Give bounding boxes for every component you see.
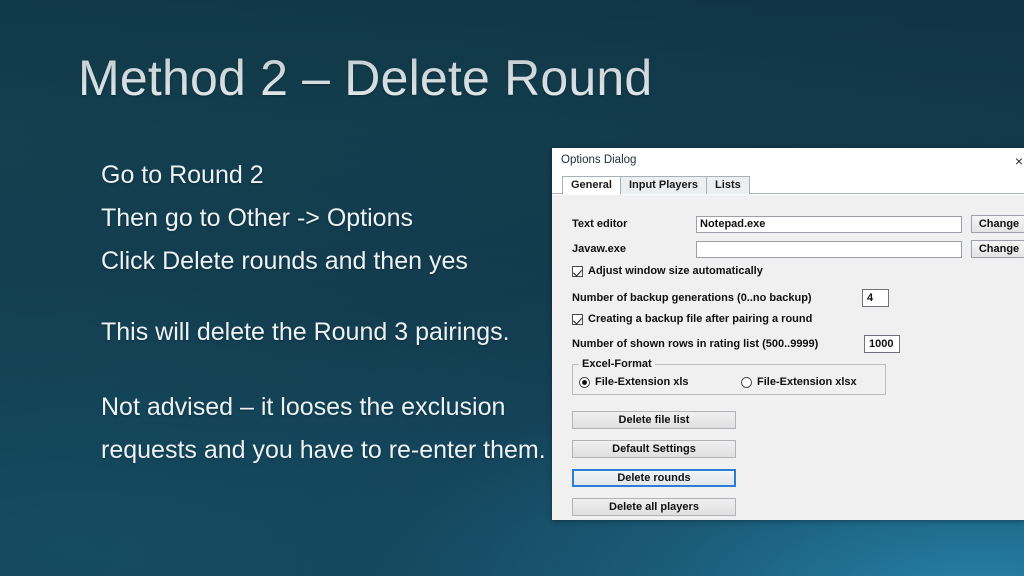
javaw-label: Javaw.exe: [572, 243, 627, 255]
adjust-window-checkbox-row[interactable]: Adjust window size automatically: [572, 265, 763, 277]
slide-body-text: Go to Round 2 Then go to Other -> Option…: [101, 154, 571, 472]
page-title: Method 2 – Delete Round: [78, 50, 653, 106]
creating-backup-checkbox-row[interactable]: Creating a backup file after pairing a r…: [572, 313, 812, 325]
excel-format-legend: Excel-Format: [579, 358, 655, 370]
dialog-body-general: Text editor Notepad.exe Change Javaw.exe…: [552, 194, 1024, 520]
options-dialog-window[interactable]: Options Dialog × General Input Players Lis…: [552, 148, 1024, 520]
dialog-title: Options Dialog: [561, 154, 637, 166]
tab-lists[interactable]: Lists: [706, 176, 750, 194]
body-line-2: Then go to Other -> Options: [101, 204, 413, 232]
javaw-change-button[interactable]: Change: [971, 240, 1024, 258]
shown-rows-label: Number of shown rows in rating list (500…: [572, 338, 819, 350]
excel-format-groupbox: Excel-Format File-Extension xls File-Ext…: [572, 358, 886, 395]
delete-rounds-button[interactable]: Delete rounds: [572, 469, 736, 487]
body-line-5: Not advised – it looses the exclusion re…: [101, 393, 546, 464]
backup-generations-label: Number of backup generations (0..no back…: [572, 292, 812, 304]
dialog-tabstrip: General Input Players Lists: [552, 175, 1024, 195]
delete-file-list-button[interactable]: Delete file list: [572, 411, 736, 429]
creating-backup-label: Creating a backup file after pairing a r…: [588, 313, 813, 325]
body-line-4: This will delete the Round 3 pairings.: [101, 318, 510, 346]
tab-general[interactable]: General: [562, 176, 621, 195]
shown-rows-row: Number of shown rows in rating list (500…: [572, 335, 1002, 353]
close-icon[interactable]: ×: [1010, 152, 1024, 170]
body-spacer-1: [101, 283, 571, 311]
radio-xlsx-label: File-Extension xlsx: [757, 376, 857, 388]
text-editor-input[interactable]: Notepad.exe: [696, 215, 962, 233]
body-line-3: Click Delete rounds and then yes: [101, 247, 468, 275]
body-spacer-2: [101, 354, 571, 386]
javaw-input[interactable]: [696, 240, 962, 258]
body-line-1: Go to Round 2: [101, 161, 264, 189]
backup-generations-input[interactable]: 4: [862, 289, 889, 307]
default-settings-button[interactable]: Default Settings: [572, 440, 736, 458]
radio-xls-label: File-Extension xls: [595, 376, 689, 388]
tab-input-players[interactable]: Input Players: [619, 176, 708, 194]
delete-all-players-button[interactable]: Delete all players: [572, 498, 736, 516]
adjust-window-label: Adjust window size automatically: [588, 265, 763, 277]
radio-xls-icon[interactable]: [579, 376, 590, 388]
adjust-window-checkbox-icon[interactable]: [572, 265, 583, 277]
creating-backup-checkbox-icon[interactable]: [572, 313, 583, 325]
text-editor-row: Text editor Notepad.exe Change: [572, 215, 1024, 233]
backup-generations-row: Number of backup generations (0..no back…: [572, 289, 992, 307]
radio-xlsx-icon[interactable]: [741, 376, 752, 388]
shown-rows-input[interactable]: 1000: [864, 335, 900, 353]
radio-file-extension-xlsx[interactable]: File-Extension xlsx: [741, 376, 857, 388]
text-editor-label: Text editor: [572, 218, 628, 230]
dialog-titlebar: Options Dialog ×: [552, 148, 1024, 175]
radio-file-extension-xls[interactable]: File-Extension xls: [579, 376, 689, 388]
text-editor-change-button[interactable]: Change: [971, 215, 1024, 233]
slide-canvas: Method 2 – Delete Round Go to Round 2 Th…: [0, 0, 1024, 576]
javaw-row: Javaw.exe Change: [572, 240, 1024, 258]
